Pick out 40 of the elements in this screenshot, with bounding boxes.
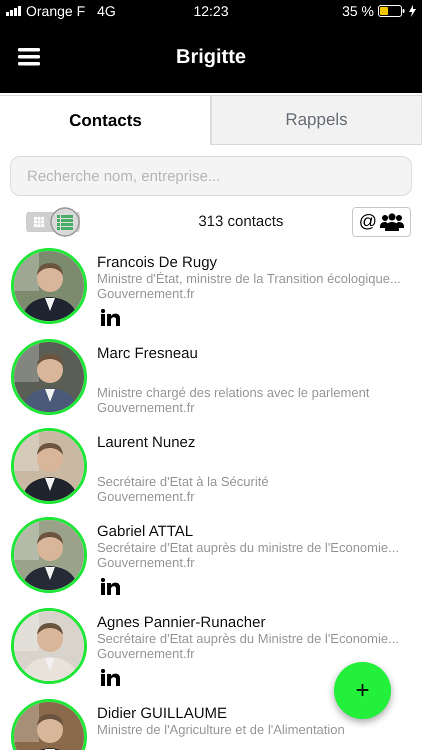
- avatar[interactable]: [11, 339, 87, 415]
- signal-icon: [6, 6, 22, 16]
- charging-icon: [408, 5, 416, 17]
- avatar[interactable]: [11, 517, 87, 593]
- tab[interactable]: Rappels: [211, 95, 422, 145]
- linkedin-icon[interactable]: [101, 578, 120, 595]
- group-icon: [380, 212, 404, 230]
- add-button[interactable]: +: [334, 662, 391, 719]
- list-icon[interactable]: [50, 206, 80, 236]
- linkedin-icon[interactable]: [101, 309, 120, 326]
- contact-organization: Gouvernement.fr: [97, 286, 196, 301]
- contact-count: 313 contacts: [198, 213, 284, 230]
- contact-name[interactable]: Gabriel ATTAL: [97, 523, 422, 540]
- battery-icon: [378, 5, 405, 17]
- contact-title: Ministre chargé des relations avec le parlement: [97, 385, 370, 400]
- battery-text: 35 %: [342, 3, 374, 19]
- tab[interactable]: Contacts: [0, 95, 211, 145]
- contact-title: Ministre d'État, ministre de la Transition écologique...: [97, 271, 402, 286]
- filter-button[interactable]: @: [352, 206, 411, 236]
- contact-organization: Gouvernement.fr: [97, 646, 196, 661]
- contact-name[interactable]: Laurent Nunez: [97, 434, 422, 451]
- contact-title: Secrétaire d'Etat auprès du ministre de l'Economie...: [97, 540, 400, 555]
- time-text: 12:23: [193, 3, 229, 19]
- contact-title: Ministre de l'Agriculture et de l'Alimentation: [97, 722, 346, 737]
- search-field[interactable]: Recherche nom, entreprise...: [10, 156, 412, 196]
- avatar[interactable]: [11, 428, 87, 504]
- contact-name[interactable]: Agnes Pannier-Runacher: [97, 614, 422, 631]
- contact-title: Secrétaire d'Etat à la Sécurité: [97, 474, 270, 489]
- contact-name[interactable]: Francois De Rugy: [97, 254, 422, 271]
- contact-name[interactable]: Marc Fresneau: [97, 345, 422, 362]
- menu-icon[interactable]: [18, 48, 40, 66]
- contact-organization: Gouvernement.fr: [97, 489, 196, 504]
- carrier-text: Orange F: [26, 3, 86, 19]
- contact-title: Secrétaire d'Etat auprès du Ministre de l'Economie...: [97, 631, 400, 646]
- avatar[interactable]: [11, 248, 87, 324]
- contact-organization: Gouvernement.fr: [97, 400, 196, 415]
- contact-organization: Gouvernement.fr: [97, 555, 196, 570]
- header-title: Brigitte: [176, 46, 246, 69]
- linkedin-icon[interactable]: [101, 669, 120, 686]
- network-text: 4G: [97, 3, 116, 19]
